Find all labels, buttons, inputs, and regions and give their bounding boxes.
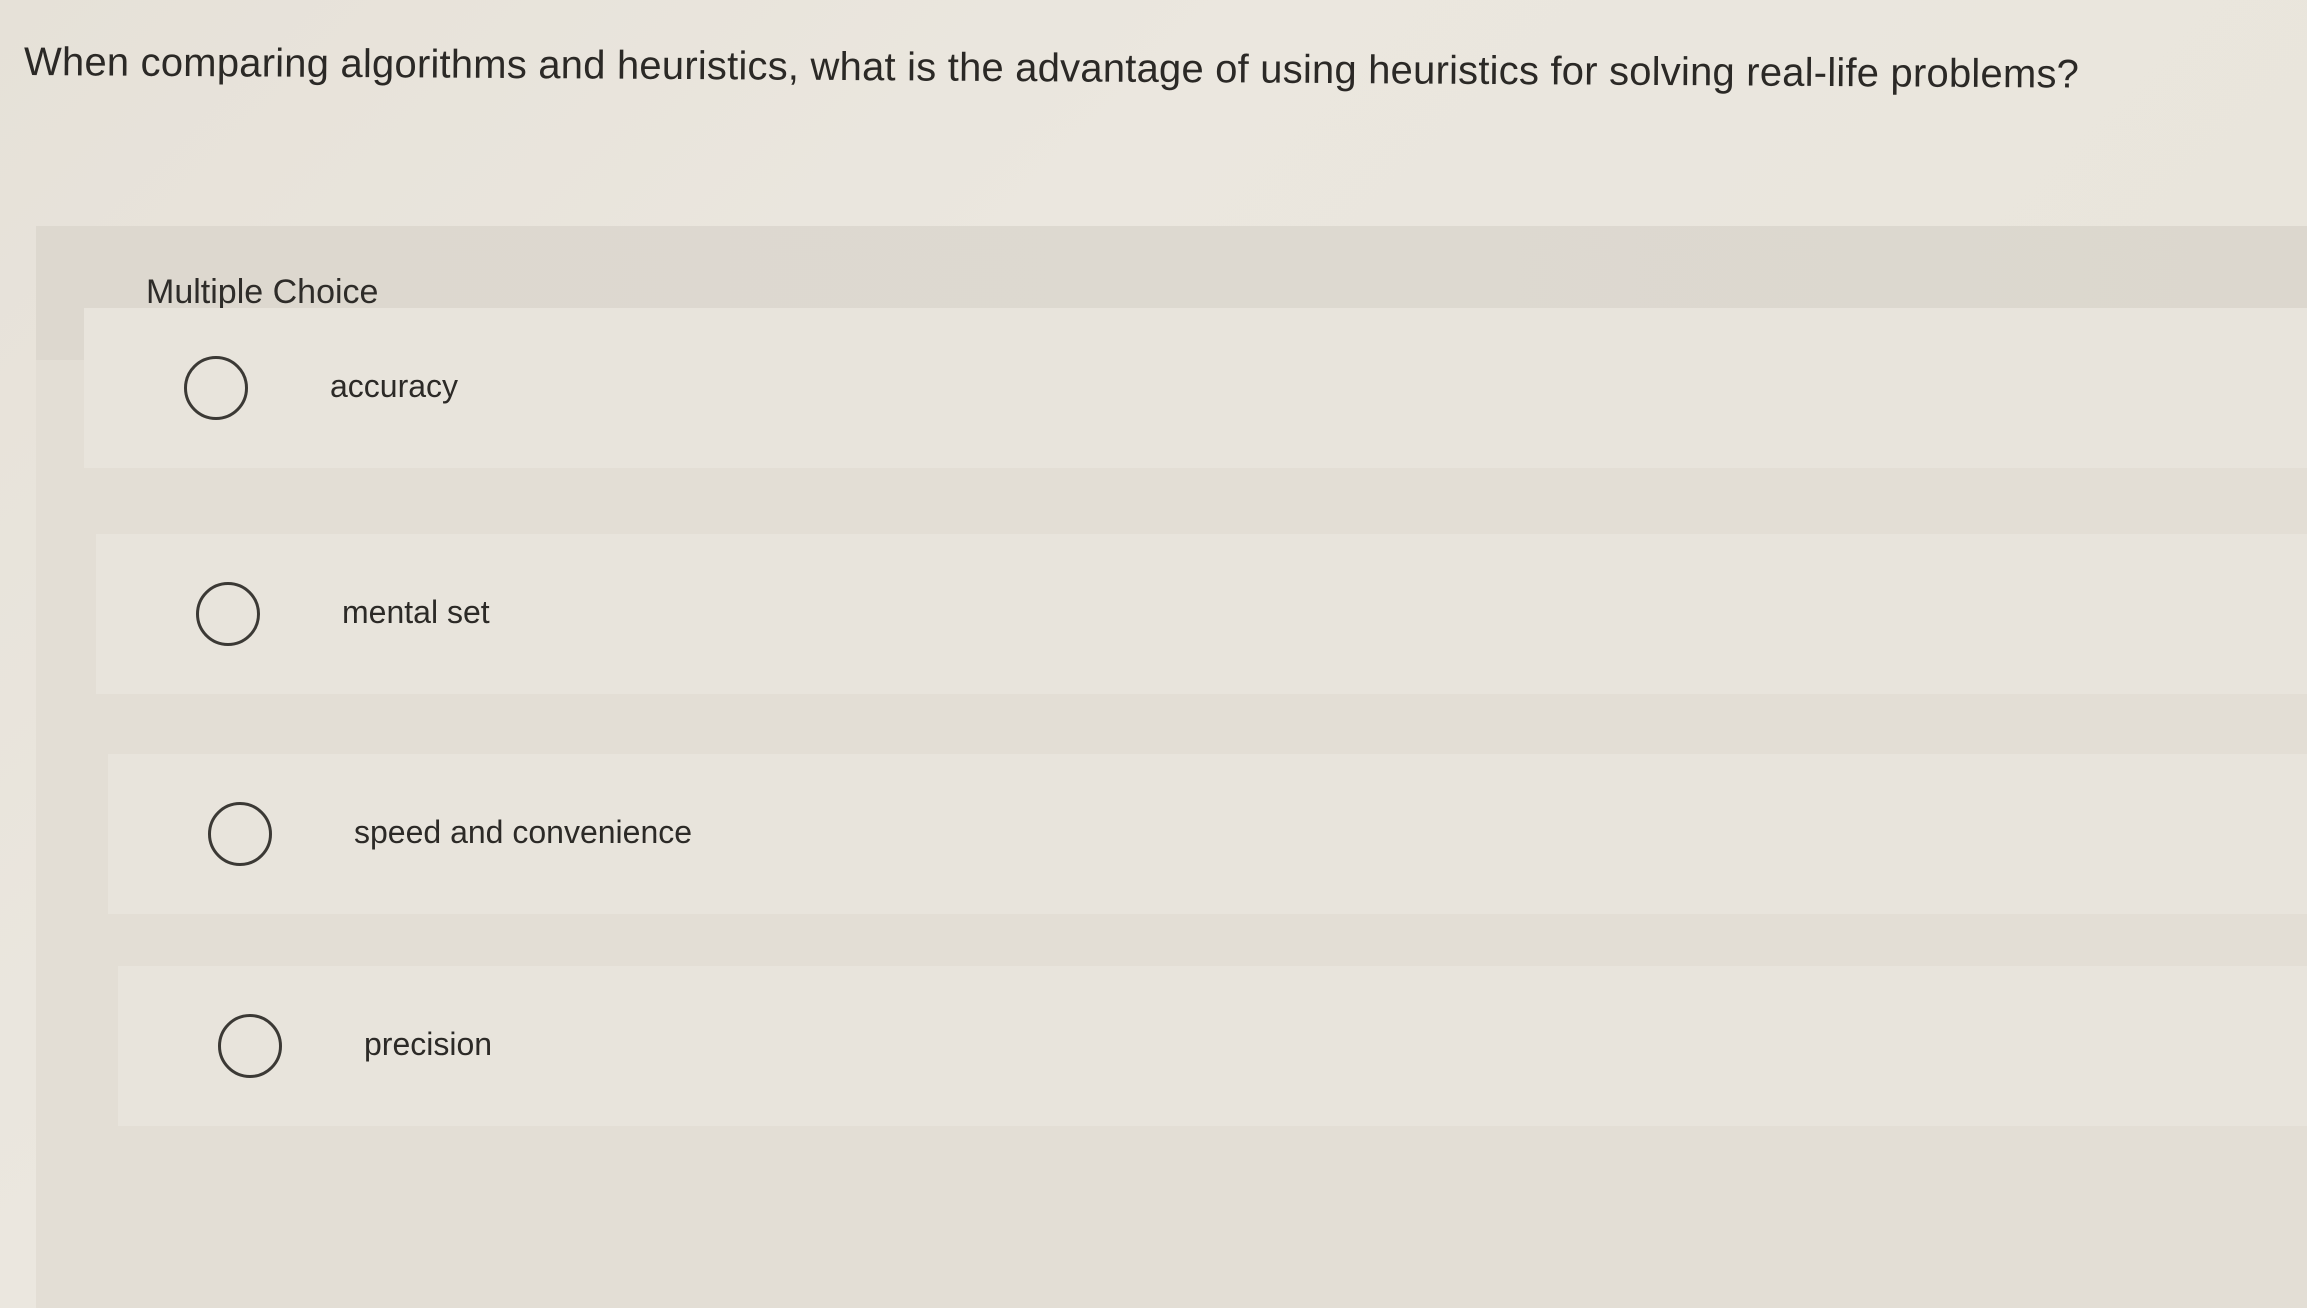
option-speed-and-convenience[interactable]: speed and convenience — [108, 754, 2307, 914]
option-label: precision — [364, 1026, 493, 1062]
radio-button-icon[interactable] — [196, 582, 260, 646]
option-label: accuracy — [330, 368, 459, 404]
option-label: speed and convenience — [354, 814, 693, 850]
radio-button-icon[interactable] — [218, 1014, 282, 1078]
question-text: When comparing algorithms and heuristics… — [23, 40, 2080, 97]
option-mental-set[interactable]: mental set — [96, 534, 2307, 694]
radio-button-icon[interactable] — [184, 356, 248, 420]
option-precision[interactable]: precision — [118, 966, 2307, 1126]
radio-button-icon[interactable] — [208, 802, 272, 866]
option-label: mental set — [342, 594, 490, 630]
option-accuracy[interactable]: accuracy — [84, 308, 2307, 468]
